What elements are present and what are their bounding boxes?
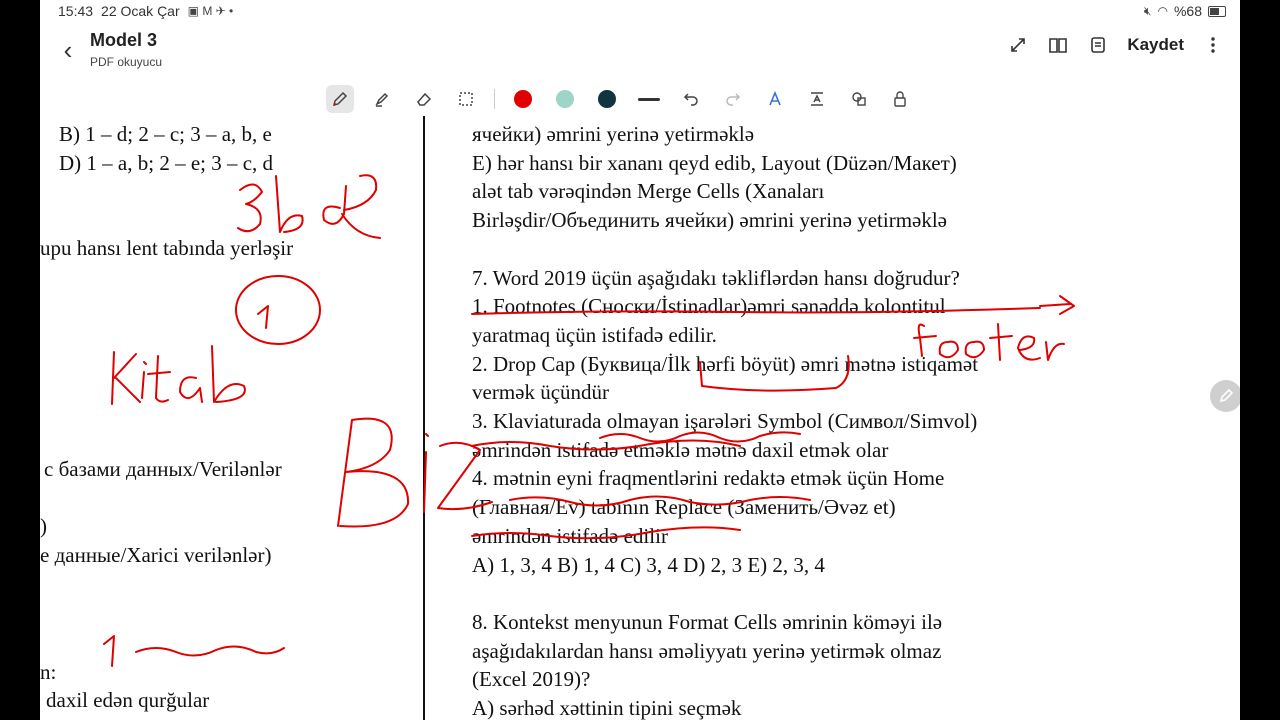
left-text-line: B) 1 – d; 2 – c; 3 – a, b, e bbox=[59, 122, 272, 146]
left-text-line: daxil edən qurğular bbox=[46, 688, 210, 712]
mute-icon: 🔇︎ bbox=[1143, 3, 1152, 18]
right-text-line: A) sərhəd xəttinin tipini seçmək bbox=[472, 696, 742, 720]
wifi-icon: ◠ bbox=[1157, 4, 1168, 18]
right-text-line: 1. Footnotes (Сноски/İstinadlar)əmri sən… bbox=[472, 294, 946, 318]
left-text-line: е данные/Xarici verilənlər) bbox=[40, 543, 272, 567]
color-red-button[interactable] bbox=[509, 85, 537, 113]
lasso-select-button[interactable] bbox=[452, 85, 480, 113]
pen-tool-button[interactable] bbox=[326, 85, 354, 113]
battery-icon bbox=[1208, 5, 1226, 17]
left-text-line: ) bbox=[40, 514, 47, 538]
document-outline-icon[interactable] bbox=[1087, 34, 1109, 56]
pdf-reader-screen: 15:43 22 Ocak Çar ▣ M ✈ • 🔇︎ ◠ %68 ‹ Mod… bbox=[40, 0, 1240, 720]
battery-level: %68 bbox=[1173, 3, 1202, 19]
right-text-line: vermək üçündür bbox=[472, 380, 610, 404]
lock-pen-icon bbox=[894, 91, 906, 107]
status-bar: 15:43 22 Ocak Çar ▣ M ✈ • 🔇︎ ◠ %68 bbox=[40, 0, 1240, 24]
highlighter-icon bbox=[375, 92, 389, 107]
stroke-width-icon bbox=[638, 97, 660, 101]
text-format-icon bbox=[811, 92, 823, 106]
right-text-line: 2. Drop Cap (Буквица/İlk hərfi böyüt) əm… bbox=[472, 352, 979, 376]
back-button[interactable]: ‹ bbox=[54, 34, 82, 65]
app-actions: Kaydet bbox=[1007, 34, 1224, 56]
document-titles: Model 3 PDF okuyucu bbox=[90, 30, 162, 69]
color-swatch-teal bbox=[556, 90, 574, 108]
color-swatch-navy bbox=[598, 90, 616, 108]
expand-icon[interactable] bbox=[1007, 34, 1029, 56]
status-date: 22 Ocak Çar bbox=[101, 3, 180, 19]
left-text-line: n: bbox=[40, 660, 57, 684]
book-view-icon[interactable] bbox=[1047, 34, 1069, 56]
right-text-line: aşağıdakılardan hansı əməliyyatı yerinə … bbox=[472, 639, 942, 663]
redo-icon bbox=[726, 93, 741, 106]
color-navy-button[interactable] bbox=[593, 85, 621, 113]
right-text-line: (Главная/Ev) tabının Replace (Заменить/Ə… bbox=[472, 495, 896, 519]
question-7-title: 7. Word 2019 üçün aşağıdakı təkliflərdən… bbox=[472, 266, 960, 290]
left-text-line: с базами данных/Verilənlər bbox=[44, 457, 282, 481]
pdf-page[interactable]: B) 1 – d; 2 – c; 3 – a, b, e D) 1 – a, b… bbox=[40, 116, 1240, 720]
save-button[interactable]: Kaydet bbox=[1127, 35, 1184, 55]
pen-icon bbox=[332, 91, 348, 107]
question-7-answers: A) 1, 3, 4 B) 1, 4 C) 3, 4 D) 2, 3 E) 2,… bbox=[472, 553, 825, 577]
shapes-tool-button[interactable] bbox=[845, 85, 873, 113]
question-8-title: 8. Kontekst menyunun Format Cells əmrini… bbox=[472, 610, 943, 634]
lock-tool-button[interactable] bbox=[887, 85, 915, 113]
left-text-line: upu hansı lent tabında yerləşir bbox=[40, 236, 294, 260]
document-title: Model 3 bbox=[90, 30, 158, 50]
notification-icons: ▣ M ✈ • bbox=[187, 4, 234, 18]
right-text-line: 4. mətnin eyni fraqmentlərini redaktə et… bbox=[472, 466, 945, 490]
status-time: 15:43 bbox=[58, 3, 94, 19]
right-text-line: alət tab vərəqindən Merge Cells (Xanalar… bbox=[472, 179, 825, 203]
text-a-icon bbox=[769, 90, 781, 106]
left-text-line: D) 1 – a, b; 2 – e; 3 – c, d bbox=[59, 151, 274, 175]
eraser-tool-button[interactable] bbox=[410, 85, 438, 113]
text-tool-button[interactable] bbox=[761, 85, 789, 113]
column-divider bbox=[423, 116, 425, 720]
right-text-line: əmrindən istifadə edilir bbox=[472, 524, 668, 548]
app-subtitle: PDF okuyucu bbox=[90, 55, 163, 69]
right-text-line: əmrindən istifadə etməklə mətnə daxil et… bbox=[472, 438, 889, 462]
app-bar: ‹ Model 3 PDF okuyucu Kaydet bbox=[40, 24, 1240, 80]
more-options-icon[interactable] bbox=[1202, 34, 1224, 56]
annotation-toolbar bbox=[326, 84, 915, 114]
right-text-line: ячейки) əmrini yerinə yetirməklə bbox=[472, 122, 755, 146]
right-text-line: (Excel 2019)? bbox=[472, 667, 591, 691]
lasso-icon bbox=[459, 92, 473, 106]
right-text-line: Birləşdir/Объединить ячейки) əmrini yeri… bbox=[472, 208, 948, 232]
text-format-button[interactable] bbox=[803, 85, 831, 113]
undo-button[interactable] bbox=[677, 85, 705, 113]
color-swatch-red bbox=[514, 90, 532, 108]
right-text-line: 3. Klaviaturada olmayan işarələri Symbol… bbox=[472, 409, 978, 433]
chevron-left-icon: ‹ bbox=[63, 34, 73, 65]
right-text-line: E) hər hansı bir xananı qeyd edib, Layou… bbox=[472, 151, 957, 175]
color-teal-button[interactable] bbox=[551, 85, 579, 113]
pencil-icon bbox=[1219, 388, 1234, 403]
shapes-icon bbox=[852, 92, 866, 106]
edit-fab-button[interactable] bbox=[1210, 380, 1240, 412]
toolbar-separator bbox=[494, 89, 495, 109]
stroke-width-button[interactable] bbox=[635, 85, 663, 113]
redo-button[interactable] bbox=[719, 85, 747, 113]
eraser-icon bbox=[417, 92, 432, 106]
highlighter-tool-button[interactable] bbox=[368, 85, 396, 113]
undo-icon bbox=[683, 93, 698, 106]
right-text-line: yaratmaq üçün istifadə edilir. bbox=[472, 323, 717, 347]
